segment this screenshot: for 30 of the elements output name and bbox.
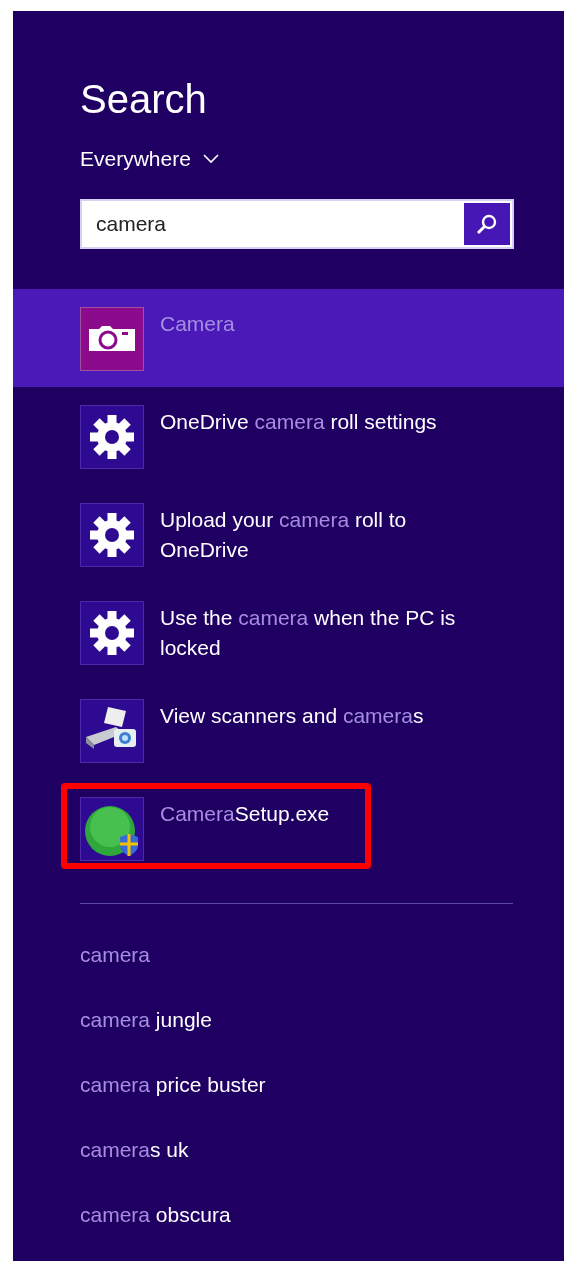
search-result[interactable]: Use the camera when the PC is locked (13, 583, 564, 681)
search-result[interactable]: CameraSetup.exe (13, 779, 564, 877)
search-icon (475, 212, 499, 236)
setup-app-icon (80, 797, 144, 861)
result-label: View scanners and cameras (160, 703, 425, 729)
result-label: CameraSetup.exe (160, 801, 331, 827)
search-result[interactable]: Upload your camera roll to OneDrive (13, 485, 564, 583)
search-result[interactable]: View scanners and cameras (13, 681, 564, 779)
search-suggestion[interactable]: camera (80, 940, 151, 969)
search-suggestion[interactable]: cameras uk (80, 1135, 189, 1164)
gear-icon (80, 601, 144, 665)
search-box[interactable]: camera (80, 199, 514, 249)
gear-icon (80, 405, 144, 469)
gear-icon (80, 503, 144, 567)
camera-icon (80, 307, 144, 371)
pane-title: Search (80, 77, 207, 121)
search-suggestion[interactable]: camera jungle (80, 1005, 212, 1034)
search-result[interactable]: Camera (13, 289, 564, 387)
chevron-down-icon (202, 154, 219, 164)
result-label: OneDrive camera roll settings (160, 409, 438, 435)
search-button[interactable] (464, 203, 510, 245)
result-label: Use the camera when the PC is locked (160, 605, 457, 661)
search-result[interactable]: OneDrive camera roll settings (13, 387, 564, 485)
result-label: Camera (160, 311, 236, 337)
scanner-camera-icon (80, 699, 144, 763)
search-suggestion[interactable]: camera price buster (80, 1070, 266, 1099)
result-label: Upload your camera roll to OneDrive (160, 507, 408, 563)
search-suggestion[interactable]: camera obscura (80, 1200, 231, 1229)
scope-dropdown[interactable]: Everywhere (80, 147, 219, 171)
search-field[interactable]: camera (82, 201, 462, 247)
